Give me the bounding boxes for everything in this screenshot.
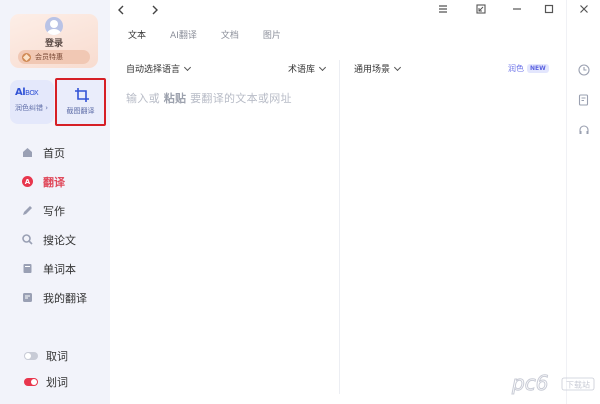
history-icon [23, 293, 32, 302]
sidebar-item-label: 单词本 [43, 262, 76, 276]
pen-icon [23, 206, 32, 215]
aibox-title: AlBOX [15, 87, 39, 98]
sidebar-item-translate[interactable]: A 翻译 [22, 167, 87, 196]
right-rail [566, 0, 600, 404]
svg-text:A: A [25, 178, 31, 186]
sidebar: 登录 会员特惠 AlBOX 润色纠错 › 截图翻译 首页 A 翻译 写作 搜论文… [0, 0, 110, 404]
polish-button[interactable]: 润色 NEW [508, 63, 549, 74]
vip-promo-label: 会员特惠 [35, 53, 63, 61]
scene-select[interactable]: 通用场景 [354, 62, 402, 75]
maximize-button[interactable] [542, 4, 556, 18]
sidebar-item-label: 我的翻译 [43, 291, 87, 305]
diamond-icon [22, 52, 31, 62]
headset-icon[interactable] [578, 124, 590, 136]
edit-doc-icon[interactable] [578, 94, 590, 106]
sidebar-item-label: 翻译 [43, 175, 65, 189]
maximize-icon [544, 4, 554, 14]
screenshot-translate-button[interactable]: 截图翻译 [55, 78, 106, 126]
chevron-down-icon [183, 63, 192, 71]
book-icon [23, 264, 32, 273]
source-language-select[interactable]: 自动选择语言 [126, 62, 192, 75]
sidebar-item-search-paper[interactable]: 搜论文 [22, 225, 87, 254]
search-icon [22, 234, 33, 245]
sidebar-item-home[interactable]: 首页 [22, 138, 87, 167]
glossary-label: 术语库 [288, 65, 316, 75]
vip-promo-button[interactable]: 会员特惠 [18, 50, 90, 64]
tab-image[interactable]: 图片 [263, 28, 281, 41]
polish-label: 润色 [508, 64, 524, 73]
minimize-icon [513, 8, 521, 10]
shrink-icon [476, 4, 486, 14]
tab-ai-translate[interactable]: AI翻译 [170, 28, 197, 41]
back-button[interactable] [114, 4, 128, 18]
login-label[interactable]: 登录 [10, 36, 98, 49]
crop-icon [75, 88, 89, 102]
avatar[interactable] [45, 17, 63, 35]
svg-text:下载站: 下载站 [566, 380, 590, 390]
sidebar-item-label: 首页 [43, 146, 65, 160]
menu-icon [439, 5, 447, 13]
svg-text:pc6: pc6 [511, 371, 548, 395]
select-word-label: 划词 [46, 376, 68, 389]
translation-tabs: 文本 AI翻译 文档 图片 [128, 28, 281, 41]
chevron-right-icon [152, 5, 158, 15]
source-language-label: 自动选择语言 [126, 65, 181, 75]
screenshot-translate-label: 截图翻译 [66, 107, 95, 115]
select-word-toggle-row[interactable]: 划词 [24, 374, 68, 390]
new-badge: NEW [527, 64, 549, 73]
sidebar-item-my-translations[interactable]: 我的翻译 [22, 283, 87, 312]
sidebar-item-wordbook[interactable]: 单词本 [22, 254, 87, 283]
pc6-watermark-logo: pc6 下载站 [510, 370, 596, 396]
tab-document[interactable]: 文档 [221, 28, 239, 41]
sidebar-nav: 首页 A 翻译 写作 搜论文 单词本 我的翻译 [22, 138, 87, 312]
toolbar: 文本 AI翻译 文档 图片 [110, 0, 566, 50]
sidebar-item-label: 搜论文 [43, 233, 76, 247]
panel-divider [339, 60, 340, 394]
chevron-down-icon [393, 63, 402, 71]
user-card[interactable]: 登录 会员特惠 [10, 14, 98, 68]
forward-button[interactable] [148, 4, 162, 18]
fetch-word-toggle[interactable] [24, 352, 38, 360]
chevron-down-icon [318, 63, 327, 71]
aibox-subtitle: 润色纠错 › [15, 104, 49, 112]
sidebar-item-write[interactable]: 写作 [22, 196, 87, 225]
aibox-button[interactable]: AlBOX 润色纠错 › [10, 80, 54, 124]
main-panel: 文本 AI翻译 文档 图片 自动选择语言 术语库 输入或 粘贴 要翻译的文本或网… [110, 0, 566, 404]
translate-icon: A [22, 176, 33, 187]
glossary-select[interactable]: 术语库 [288, 62, 327, 75]
scene-label: 通用场景 [354, 65, 391, 75]
clock-icon[interactable] [578, 64, 590, 76]
tab-text[interactable]: 文本 [128, 28, 146, 41]
menu-button[interactable] [436, 4, 450, 18]
home-icon [23, 148, 32, 157]
fetch-word-toggle-row[interactable]: 取词 [24, 348, 68, 364]
select-word-toggle[interactable] [24, 378, 38, 386]
close-icon [580, 5, 588, 13]
mini-mode-button[interactable] [474, 4, 488, 18]
chevron-left-icon [118, 5, 124, 15]
sidebar-item-label: 写作 [43, 204, 65, 218]
close-button[interactable] [577, 4, 591, 18]
minimize-button[interactable] [510, 4, 524, 18]
pc6-logo-icon: pc6 下载站 [511, 371, 595, 396]
source-text-input[interactable]: 输入或 粘贴 要翻译的文本或网址 [126, 90, 292, 106]
fetch-word-label: 取词 [46, 350, 68, 363]
